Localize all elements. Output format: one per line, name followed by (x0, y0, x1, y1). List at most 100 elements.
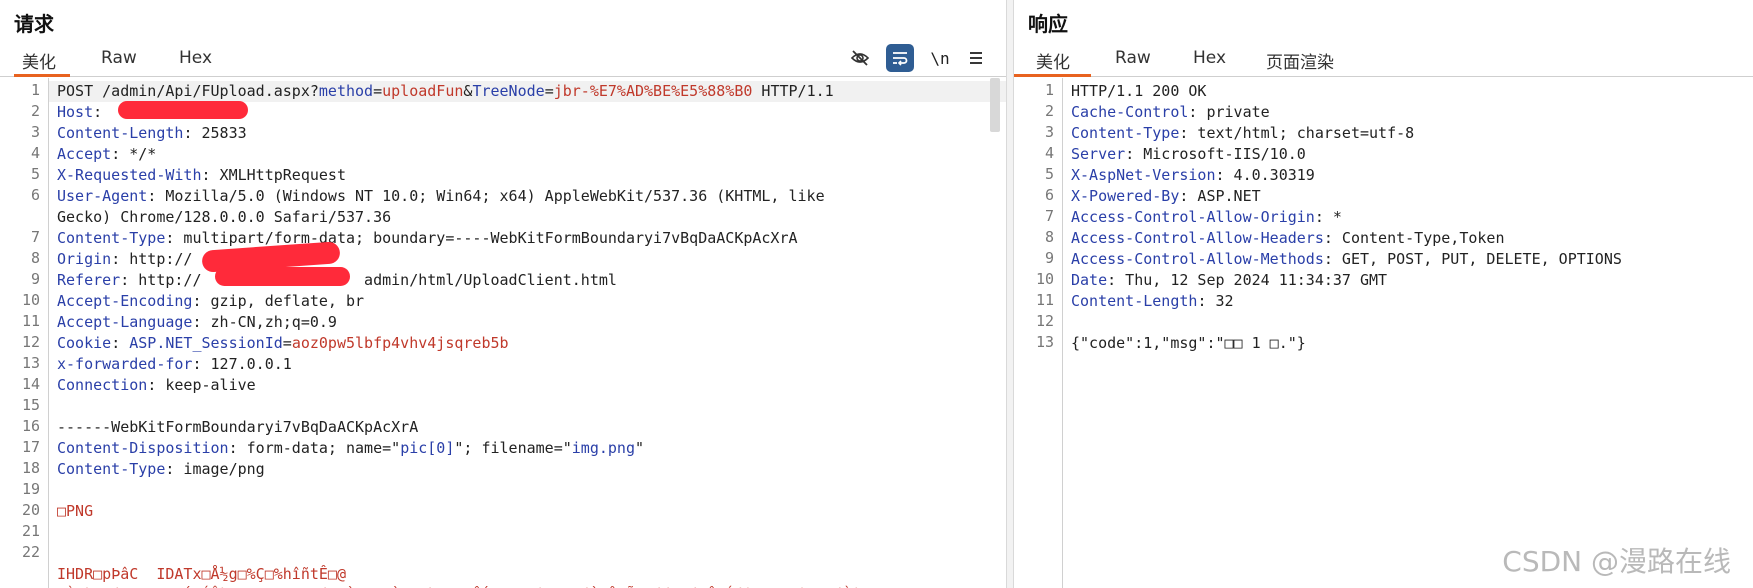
header-key: Accept-Language (57, 313, 193, 331)
param-value: aoz0pw5lbfp4vhv4jsqreb5b (291, 334, 509, 352)
line-number: 5 (1044, 165, 1054, 183)
tab-raw[interactable]: Raw (1115, 48, 1151, 74)
newline-icon[interactable]: \n (926, 44, 954, 72)
code-text: : Thu, 12 Sep 2024 11:34:37 GMT (1107, 271, 1388, 289)
tab-render[interactable]: 页面渲染 (1266, 48, 1334, 79)
tab-raw[interactable]: Raw (101, 48, 137, 74)
code-line[interactable]: X-AspNet-Version: 4.0.30319 (1071, 165, 1315, 186)
code-line[interactable]: IHDR□pÞâC IDATx□Å½g□%Ç□%hîñtÊ□@ (57, 564, 346, 585)
line-number: 11 (1035, 291, 1054, 309)
header-key: Accept (57, 145, 112, 163)
line-number: 15 (21, 396, 40, 414)
code-text: : multipart/form-data; boundary=----WebK… (165, 229, 798, 247)
eye-slash-icon[interactable] (846, 44, 874, 72)
code-text: : 4.0.30319 (1215, 166, 1315, 184)
pane-divider[interactable] (1006, 0, 1014, 588)
code-line[interactable]: Content-Type: image/png (57, 459, 265, 480)
header-key: x-forwarded-for (57, 355, 193, 373)
code-line[interactable]: Access-Control-Allow-Headers: Content-Ty… (1071, 228, 1505, 249)
code-line[interactable]: ------WebKitFormBoundaryi7vBqDaACKpAcXrA (57, 417, 418, 438)
code-line[interactable]: {"code":1,"msg":"□□ 1 □."} (1071, 333, 1306, 354)
code-line[interactable]: Origin: http:// (57, 249, 192, 270)
code-line[interactable]: Cache-Control: private (1071, 102, 1270, 123)
line-number: 18 (21, 459, 40, 477)
header-key: ASP.NET_SessionId (129, 334, 283, 352)
line-number: 6 (1044, 186, 1054, 204)
line-number: 8 (1044, 228, 1054, 246)
code-line[interactable]: Content-Length: 25833 (57, 123, 247, 144)
line-number: 9 (30, 270, 40, 288)
request-editor[interactable]: 1 POST /admin/Api/FUpload.aspx?method=upl… (0, 78, 1006, 588)
header-key: method (318, 82, 374, 100)
scrollbar[interactable] (990, 78, 1000, 132)
code-text: : ASP.NET (1179, 187, 1261, 205)
code-line[interactable]: Content-Length: 32 (1071, 291, 1234, 312)
code-line[interactable]: Access-Control-Allow-Origin: * (1071, 207, 1342, 228)
code-line[interactable]: X-Powered-By: ASP.NET (1071, 186, 1261, 207)
code-line[interactable]: □PNG (57, 501, 93, 522)
code-text: : (111, 334, 130, 352)
code-line[interactable]: Host: (57, 102, 111, 123)
code-text: : 25833 (183, 124, 247, 142)
code-line[interactable]: X-Requested-With: XMLHttpRequest (57, 165, 346, 186)
line-number: 2 (30, 102, 40, 120)
header-key: User-Agent (57, 187, 148, 205)
code-text: "; filename=" (454, 439, 572, 457)
header-key: Connection (57, 376, 148, 394)
code-line[interactable]: Connection: keep-alive (57, 375, 256, 396)
request-toolbar: \n (846, 44, 996, 74)
header-key: Access-Control-Allow-Origin (1071, 208, 1315, 226)
tab-hex[interactable]: Hex (179, 48, 212, 74)
code-text: = (544, 82, 554, 100)
line-number: 7 (30, 228, 40, 246)
line-number: 14 (21, 375, 40, 393)
code-text: : 32 (1197, 292, 1234, 310)
code-line[interactable]: Accept-Encoding: gzip, deflate, br (57, 291, 364, 312)
code-text: : http:// (111, 250, 193, 268)
wrap-icon[interactable] (886, 44, 914, 72)
line-number: 6 (30, 186, 40, 204)
tab-hex[interactable]: Hex (1193, 48, 1226, 74)
response-editor[interactable]: 1 HTTP/1.1 200 OK 2 Cache-Control: private 3… (1014, 78, 1753, 588)
code-line[interactable]: Accept-Language: zh-CN,zh;q=0.9 (57, 312, 337, 333)
code-text: HTTP/1.1 (752, 82, 834, 100)
code-line[interactable]: Server: Microsoft-IIS/10.0 (1071, 144, 1306, 165)
code-line[interactable]: HTTP/1.1 200 OK (1071, 81, 1206, 102)
line-number: 8 (30, 249, 40, 267)
header-key: Access-Control-Allow-Headers (1071, 229, 1324, 247)
request-pane: 请求 美化 Raw Hex \n 1 POST /admin/Api/FUploa… (0, 0, 1006, 588)
code-line[interactable]: Content-Type: text/html; charset=utf-8 (1071, 123, 1414, 144)
header-key: X-Powered-By (1071, 187, 1180, 205)
code-line[interactable]: x-forwarded-for: 127.0.0.1 (57, 354, 292, 375)
param-value: □PNG (57, 502, 94, 520)
line-number: 4 (30, 144, 40, 162)
code-line[interactable]: POST /admin/Api/FUpload.aspx?method=uplo… (57, 81, 834, 102)
code-line[interactable]: Content-Disposition: form-data; name="pi… (57, 438, 644, 459)
menu-icon[interactable] (962, 44, 990, 72)
code-text: : http:// admin/html/UploadClient.html (120, 271, 617, 289)
header-key: Content-Length (57, 124, 184, 142)
code-line[interactable]: Access-Control-Allow-Methods: GET, POST,… (1071, 249, 1622, 270)
header-key: Referer (57, 271, 121, 289)
header-key: Content-Type (57, 460, 166, 478)
code-text: : Microsoft-IIS/10.0 (1125, 145, 1306, 163)
code-line[interactable]: Content-Type: multipart/form-data; bound… (57, 228, 798, 249)
line-number: 22 (21, 543, 40, 561)
code-text: : 127.0.0.1 (192, 355, 292, 373)
header-key: Date (1071, 271, 1108, 289)
header-key: Content-Disposition (57, 439, 229, 457)
code-line[interactable]: Accept: */* (57, 144, 156, 165)
code-line[interactable]: Gecko) Chrome/128.0.0.0 Safari/537.36 (57, 207, 391, 228)
line-number: 12 (1035, 312, 1054, 330)
line-number: 7 (1044, 207, 1054, 225)
line-number: 20 (21, 501, 40, 519)
header-key: Cache-Control (1071, 103, 1189, 121)
code-line[interactable]: User-Agent: Mozilla/5.0 (Windows NT 10.0… (57, 186, 825, 207)
header-key: Host (57, 103, 94, 121)
code-line[interactable]: Cookie: ASP.NET_SessionId=aoz0pw5lbfp4vh… (57, 333, 509, 354)
line-number: 13 (1035, 333, 1054, 351)
line-number: 1 (30, 81, 40, 99)
code-line[interactable]: Date: Thu, 12 Sep 2024 11:34:37 GMT (1071, 270, 1387, 291)
line-number: 5 (30, 165, 40, 183)
code-text: = (373, 82, 383, 100)
